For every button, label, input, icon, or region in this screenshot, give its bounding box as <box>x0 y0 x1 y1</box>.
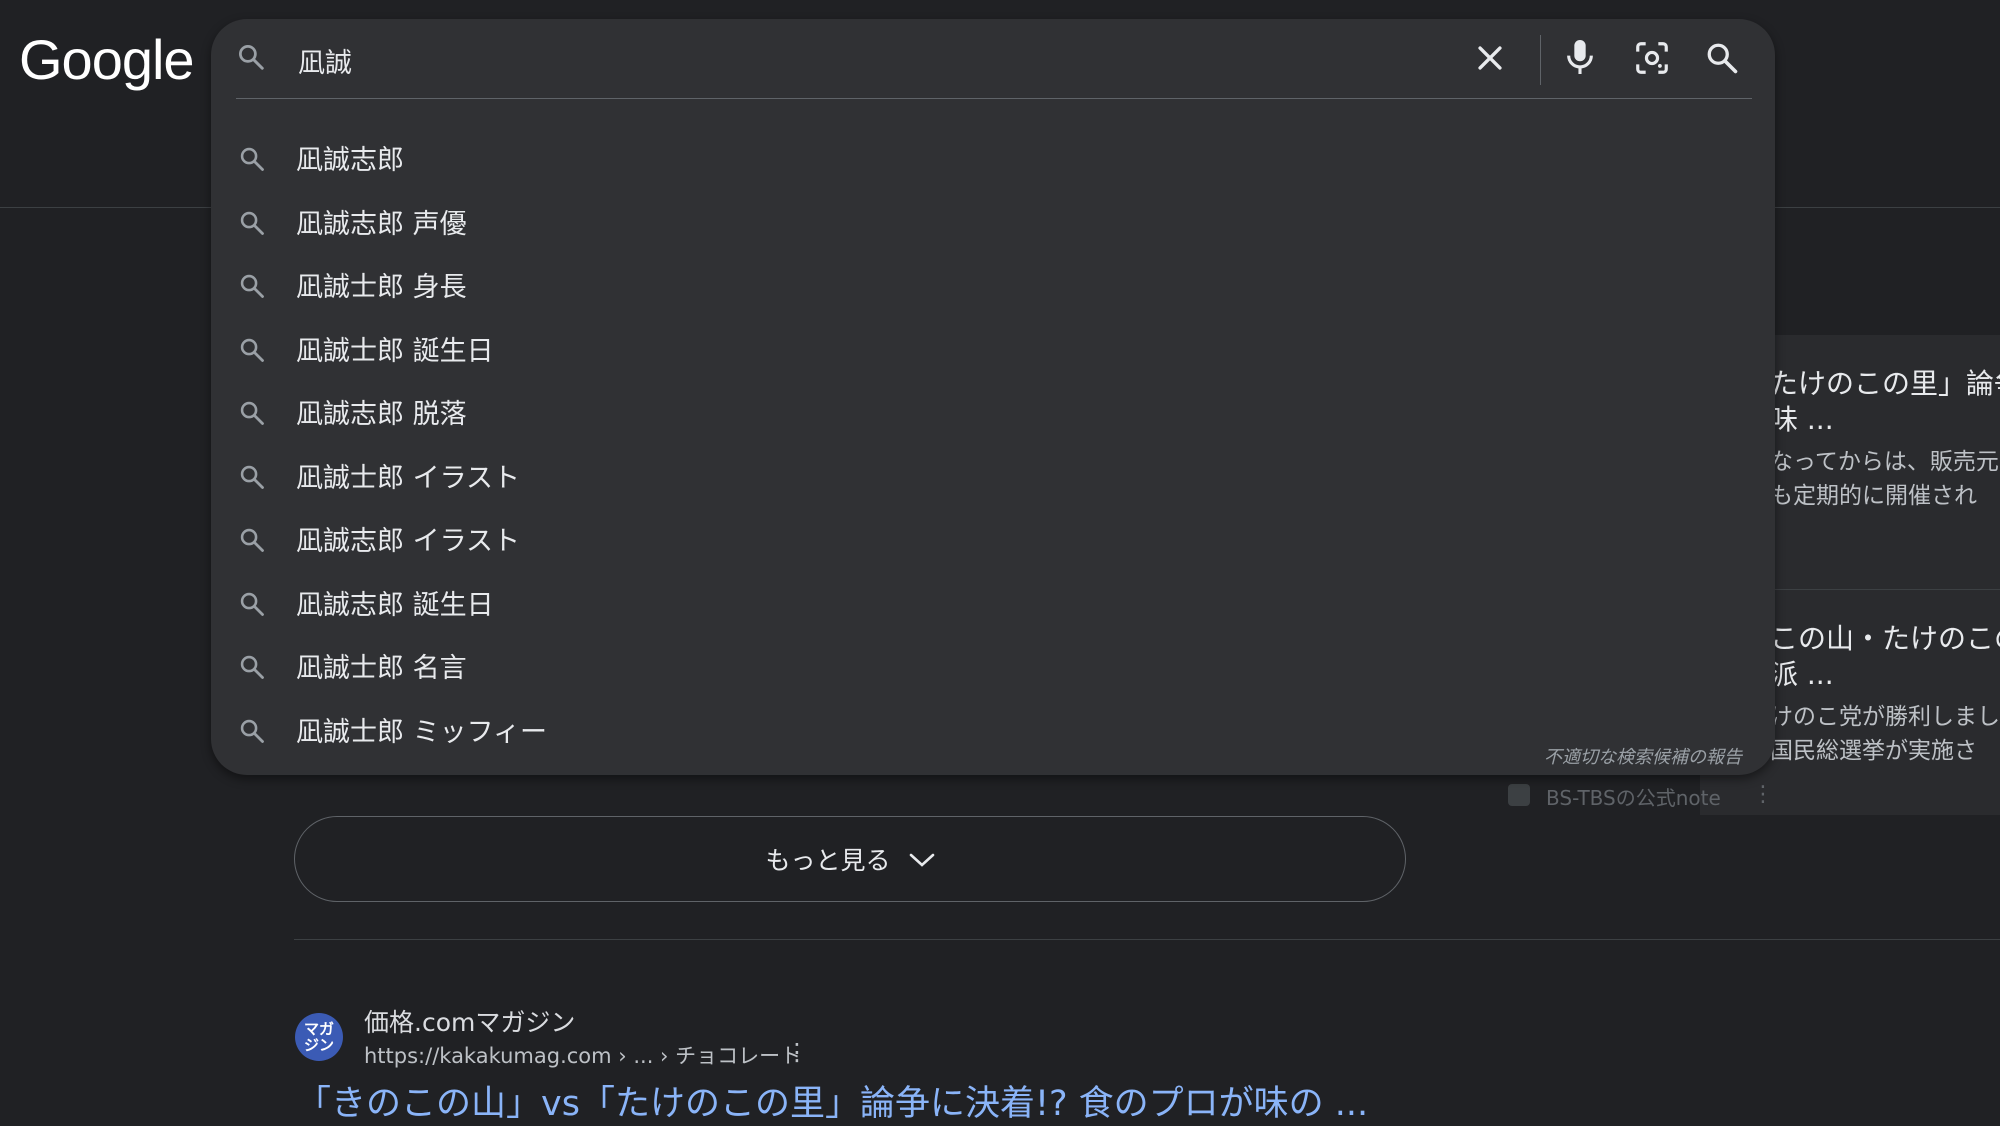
right-result-title[interactable]: たけのこの里」論争 <box>1770 362 2000 402</box>
search-divider <box>236 98 1752 99</box>
suggestion-item[interactable]: 凪誠士郎 ミッフィー <box>211 698 1775 762</box>
google-logo[interactable]: Google <box>19 28 195 92</box>
right-result-snippet: も定期的に開催され <box>1770 483 1977 509</box>
report-suggestions-link[interactable]: 不適切な検索候補の報告 <box>1544 743 1742 769</box>
suggestion-text: 凪誠志郎 声優 <box>296 208 467 240</box>
right-result-source[interactable]: BS-TBSの公式note <box>1546 782 1721 811</box>
suggestion-item[interactable]: 凪誠士郎 名言 <box>211 634 1775 698</box>
suggestion-item[interactable]: 凪誠志郎 声優 <box>211 190 1775 254</box>
suggestion-text: 凪誠士郎 イラスト <box>296 462 521 494</box>
result-title-link[interactable]: 「きのこの山」vs「たけのこの里」論争に決着!? 食のプロが味の ... <box>296 1075 1368 1126</box>
right-result-title[interactable]: 味 ... <box>1770 398 1834 438</box>
camera-lens-icon[interactable] <box>1633 39 1671 81</box>
suggestion-item[interactable]: 凪誠志郎 イラスト <box>211 507 1775 571</box>
suggestion-text: 凪誠志郎 イラスト <box>296 526 521 558</box>
show-more-button[interactable]: もっと見る <box>294 816 1406 902</box>
search-icon <box>238 653 266 685</box>
suggestion-text: 凪誠志郎 <box>296 145 404 177</box>
search-icon <box>238 463 266 495</box>
result-site-name[interactable]: 価格.comマガジン <box>364 1003 575 1039</box>
suggestion-item[interactable]: 凪誠志郎 脱落 <box>211 380 1775 444</box>
source-favicon-icon <box>1508 784 1530 806</box>
suggestion-item[interactable]: 凪誠士郎 イラスト <box>211 444 1775 508</box>
chevron-down-icon <box>909 845 935 874</box>
result-url[interactable]: https://kakakumag.com › ... › チョコレート <box>364 1040 801 1070</box>
search-dropdown: 凪誠志郎 凪誠志郎 声優 凪誠士郎 身長 凪誠士郎 誕生日 凪誠志郎 脱落 凪誠… <box>211 19 1775 775</box>
microphone-icon[interactable] <box>1563 37 1597 81</box>
more-options-icon[interactable]: ⋮ <box>1752 782 1774 807</box>
result-divider <box>294 939 2000 940</box>
clear-icon[interactable] <box>1473 41 1507 79</box>
suggestion-text: 凪誠士郎 誕生日 <box>296 335 494 367</box>
search-icon <box>238 717 266 749</box>
suggestion-item[interactable]: 凪誠志郎 <box>211 126 1775 190</box>
right-result-snippet: けのこ党が勝利しまし <box>1770 704 2000 730</box>
search-icon <box>238 145 266 177</box>
suggestion-item[interactable]: 凪誠士郎 誕生日 <box>211 317 1775 381</box>
site-favicon[interactable]: マガ ジン <box>295 1013 343 1061</box>
right-result-snippet: 国民総選挙が実施さ <box>1770 738 1977 764</box>
search-icon <box>238 209 266 241</box>
search-icon <box>236 42 266 76</box>
search-icon <box>238 526 266 558</box>
search-bar-separator <box>1540 35 1541 85</box>
suggestion-text: 凪誠志郎 脱落 <box>296 399 467 431</box>
suggestion-text: 凪誠士郎 ミッフィー <box>296 716 548 748</box>
search-icon <box>238 590 266 622</box>
search-bar <box>211 19 1775 99</box>
search-icon <box>238 399 266 431</box>
right-result-title[interactable]: この山・たけのこの <box>1770 617 2000 657</box>
suggestion-text: 凪誠士郎 名言 <box>296 653 467 685</box>
suggestion-text: 凪誠志郎 誕生日 <box>296 589 494 621</box>
result-menu-icon[interactable]: ⋮ <box>785 1038 809 1066</box>
suggestion-item[interactable]: 凪誠志郎 誕生日 <box>211 571 1775 635</box>
search-icon <box>238 272 266 304</box>
right-panel-divider <box>1760 589 2000 590</box>
search-input[interactable] <box>296 35 1460 85</box>
right-result-snippet: なってからは、販売元 <box>1770 449 1999 475</box>
right-result-title[interactable]: 派 ... <box>1770 653 1834 693</box>
search-submit-icon[interactable] <box>1704 40 1740 80</box>
suggestion-list: 凪誠志郎 凪誠志郎 声優 凪誠士郎 身長 凪誠士郎 誕生日 凪誠志郎 脱落 凪誠… <box>211 126 1775 761</box>
search-icon <box>238 336 266 368</box>
suggestion-item[interactable]: 凪誠士郎 身長 <box>211 253 1775 317</box>
show-more-label: もっと見る <box>765 846 891 875</box>
suggestion-text: 凪誠士郎 身長 <box>296 272 467 304</box>
